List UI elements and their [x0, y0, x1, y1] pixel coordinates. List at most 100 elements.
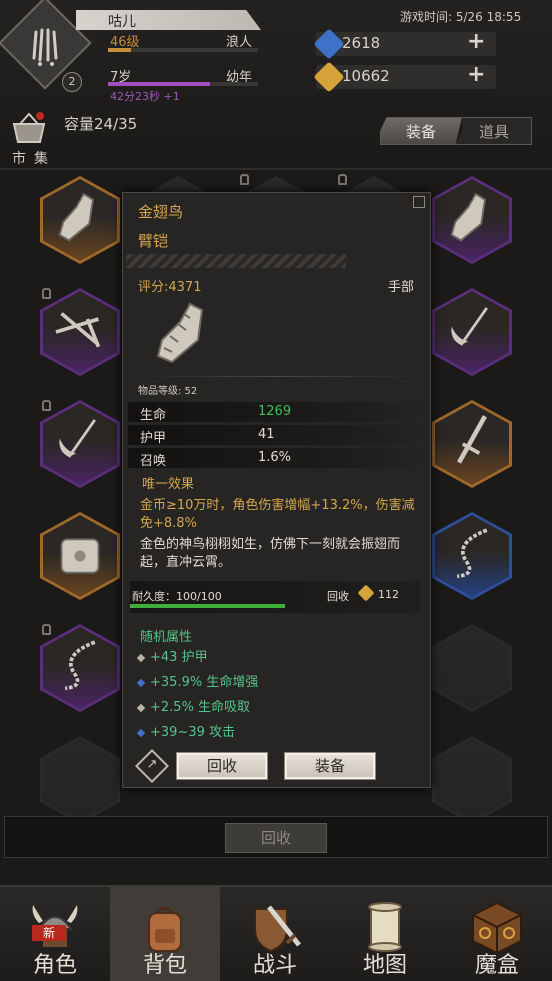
xp-fill — [108, 48, 131, 52]
crossbow-icon — [55, 312, 101, 348]
shop-label[interactable]: 市集 — [12, 148, 56, 168]
nav-battle[interactable]: 战斗 — [220, 887, 330, 981]
add-gold-button[interactable]: + — [467, 64, 485, 86]
affix-dot-icon — [136, 703, 146, 712]
nav-label: 战斗 — [252, 953, 297, 978]
stat-name: 生命 — [140, 408, 167, 423]
affix-text: +39~39 攻击 — [150, 725, 236, 740]
stat-row: 召唤 1.6% — [128, 448, 428, 469]
nav-label: 地图 — [362, 953, 407, 978]
armguard-icon — [58, 192, 94, 242]
scythe-icon — [59, 419, 96, 458]
nav-backpack[interactable]: 背包 — [110, 887, 220, 981]
age-fill — [108, 82, 210, 86]
affix-dot-icon — [136, 653, 146, 662]
bag-capacity: 容量24/35 — [64, 115, 138, 133]
affix-text: +2.5% 生命吸取 — [150, 700, 251, 715]
recycle-value: 112 — [378, 588, 399, 601]
chain-whip-icon — [456, 528, 488, 579]
nav-label: 角色 — [32, 953, 77, 978]
item-level: 物品等级: 52 — [138, 386, 198, 397]
tooltip-stripe — [126, 254, 346, 268]
recycle-value-label: 回收 — [327, 590, 349, 603]
lock-icon — [42, 400, 51, 411]
claw-emblem-icon — [28, 28, 64, 68]
equip-button[interactable]: 装备 — [284, 752, 376, 780]
recycle-button[interactable]: 回收 — [176, 752, 268, 780]
emblem-level-badge: 2 — [62, 72, 82, 92]
chain-whip-icon — [64, 640, 96, 691]
empty-slot — [432, 736, 512, 824]
age-bar — [108, 82, 258, 86]
new-badge: 新 — [32, 925, 66, 941]
gem-value: 2618 — [342, 34, 381, 52]
inventory-slot[interactable] — [432, 512, 512, 600]
lock-icon — [42, 288, 51, 299]
unique-effect-text: 金币≥10万时，角色伤害增幅+13.2%，伤害减免+8.8% — [140, 498, 415, 531]
unique-effect-title: 唯一效果 — [142, 477, 195, 492]
durability-bar — [130, 604, 285, 608]
lock-icon — [42, 624, 51, 635]
lock-icon — [338, 174, 347, 185]
affix-line: +2.5% 生命吸取 — [136, 696, 251, 715]
nav-label: 背包 — [142, 953, 187, 978]
nav-magic-box[interactable]: 魔盒 — [442, 887, 552, 981]
stat-row: 护甲 41 — [128, 425, 428, 446]
durability-label: 耐久度：100/100 — [132, 590, 222, 603]
gold-value: 10662 — [342, 67, 390, 85]
affix-line: +43 护甲 — [136, 646, 208, 665]
inventory-slot[interactable] — [40, 400, 120, 488]
xp-bar — [108, 48, 258, 52]
affix-text: +43 护甲 — [150, 650, 208, 665]
age-timer: 42分23秒 +1 — [110, 90, 180, 103]
empty-slot — [40, 736, 120, 824]
share-icon: ↗ — [146, 757, 158, 772]
player-name: 咕儿 — [108, 14, 136, 30]
tab-items[interactable]: 道具 — [456, 117, 532, 145]
sword-icon — [457, 415, 487, 464]
inventory-slot[interactable] — [432, 400, 512, 488]
durability-fill — [130, 604, 285, 608]
item-slot: 手部 — [388, 280, 415, 295]
add-gem-button[interactable]: + — [467, 31, 485, 53]
inventory-slot[interactable] — [40, 288, 120, 376]
affix-dot-icon — [136, 678, 146, 687]
game-time: 游戏时间: 5/26 18:55 — [400, 10, 522, 24]
affix-text: +35.9% 生命增强 — [150, 675, 259, 690]
nav-label: 魔盒 — [474, 953, 519, 978]
item-score: 评分:4371 — [138, 280, 202, 295]
stat-value: 1269 — [258, 404, 292, 419]
armguard-icon — [150, 300, 210, 366]
scythe-icon — [451, 307, 488, 346]
empty-slot — [432, 624, 512, 712]
stat-value: 1.6% — [258, 450, 292, 465]
random-attributes-title: 随机属性 — [140, 630, 193, 645]
tab-equipment[interactable]: 装备 — [380, 117, 462, 145]
item-name: 金翅鸟 — [138, 203, 184, 221]
stat-name: 护甲 — [140, 431, 167, 446]
tooltip-corner-icon[interactable] — [413, 196, 425, 208]
nav-character[interactable]: 新 角色 — [0, 887, 110, 981]
flavor-text: 金色的神鸟栩栩如生，仿佛下一刻就会振翅而起，直冲云霄。 — [140, 537, 401, 570]
affix-dot-icon — [136, 728, 146, 737]
affix-line: +39~39 攻击 — [136, 721, 236, 740]
armguard-icon — [450, 192, 486, 242]
inventory-slot[interactable] — [432, 176, 512, 264]
item-type: 臂铠 — [138, 232, 169, 250]
stat-name: 召唤 — [140, 454, 167, 469]
affix-line: +35.9% 生命增强 — [136, 671, 259, 690]
nav-map[interactable]: 地图 — [330, 887, 440, 981]
lock-icon — [240, 174, 249, 185]
inventory-slot[interactable] — [40, 176, 120, 264]
tooltip-separator — [138, 376, 418, 377]
bulk-recycle-button[interactable]: 回收 — [225, 823, 327, 853]
chest-armor-icon — [60, 538, 100, 574]
name-plate — [76, 10, 261, 30]
divider — [0, 168, 552, 170]
inventory-slot[interactable] — [40, 512, 120, 600]
stat-row: 生命 1269 — [128, 402, 428, 423]
stat-value: 41 — [258, 427, 275, 442]
inventory-slot[interactable] — [40, 624, 120, 712]
inventory-slot[interactable] — [432, 288, 512, 376]
shop-cart-icon[interactable] — [10, 110, 48, 150]
